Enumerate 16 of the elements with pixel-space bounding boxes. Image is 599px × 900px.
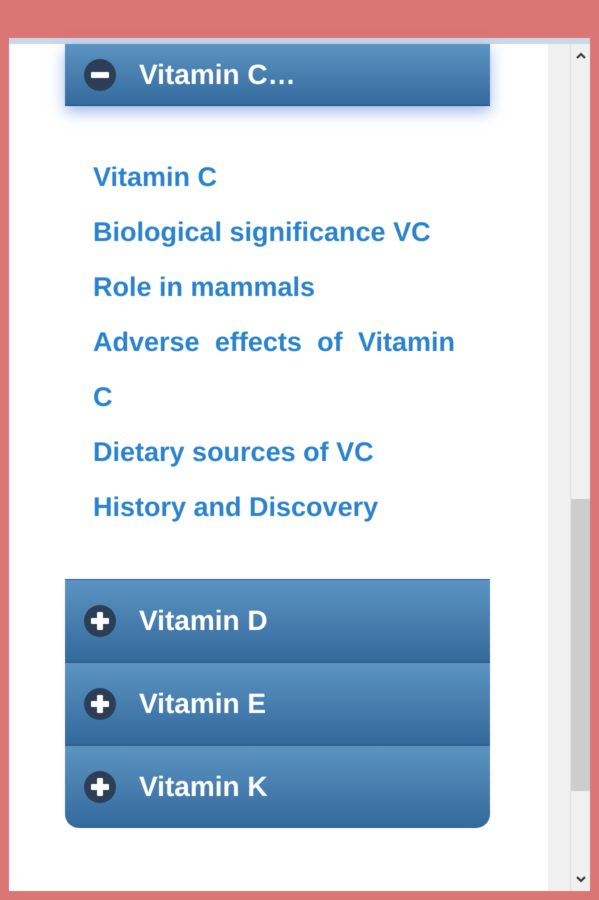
accordion-header[interactable]: Vitamin E (65, 662, 490, 745)
section-link[interactable]: Adverse effects of Vitamin C (93, 315, 455, 425)
accordion-header[interactable]: Vitamin K (65, 745, 490, 828)
section-link[interactable]: Biological significance VC (93, 205, 455, 260)
section-link[interactable]: Vitamin C (93, 150, 455, 205)
accordion-header[interactable]: Vitamin C… (65, 44, 490, 106)
plus-icon (83, 686, 117, 720)
scrollbar-thumb[interactable] (571, 499, 590, 791)
plus-icon (83, 770, 117, 804)
scrollbar[interactable] (570, 44, 590, 891)
section-link[interactable]: Role in mammals (93, 260, 455, 315)
section-link[interactable]: History and Discovery (93, 480, 455, 535)
section-link[interactable]: Dietary sources of VC (93, 425, 455, 480)
accordion-header[interactable]: Vitamin D (65, 579, 490, 662)
plus-icon (83, 604, 117, 638)
minus-icon (83, 58, 117, 92)
